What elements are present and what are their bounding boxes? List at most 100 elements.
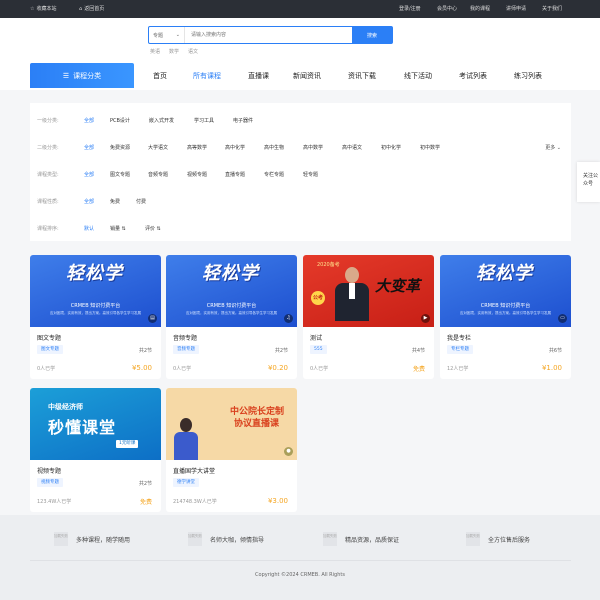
follow-wechat-float[interactable]: 关注公众号: [577, 162, 600, 202]
course-card[interactable]: 轻松学 CRMEB 知识付费平台 应对困境，实用有效，提出方案。高效引导各学生学…: [440, 255, 571, 379]
hot-keyword[interactable]: 数学: [169, 48, 179, 55]
filter-row-sort: 课程排序: 默认 销量 ⇅ 评价 ⇅: [37, 225, 161, 232]
filter-option[interactable]: 免费: [110, 198, 120, 205]
course-price: ¥1.00: [541, 364, 562, 372]
filter-option[interactable]: PCB设计: [110, 117, 130, 124]
filter-option[interactable]: 图文专题: [110, 171, 130, 178]
course-card[interactable]: 2020备考 公考 大变革 ▶ 测试 555 共4节 0人已学 免费: [303, 255, 434, 379]
sort-icon: ⇅: [121, 226, 126, 232]
course-price: ¥0.20: [267, 364, 288, 372]
illustration-figure: [174, 418, 198, 460]
member-center-link[interactable]: 会员中心: [437, 5, 457, 12]
filter-more-button[interactable]: 更多 ⌄: [545, 144, 561, 151]
course-sections: 共6节: [548, 348, 562, 354]
filter-option[interactable]: 学习工具: [194, 117, 214, 124]
course-students: 0人已学: [310, 366, 329, 372]
about-us-link[interactable]: 关于我们: [542, 5, 562, 12]
chevron-down-icon: ⌄: [556, 145, 561, 151]
bookmark-link[interactable]: ☆ 收藏本站: [30, 5, 57, 13]
course-cover: 轻松学 CRMEB 知识付费平台 应对困境，实用有效，提出方案。高效引导各学生学…: [30, 255, 161, 327]
filter-option[interactable]: 电子器件: [233, 117, 253, 124]
nav-home[interactable]: 首页: [153, 71, 167, 81]
course-price: ¥3.00: [267, 497, 288, 505]
return-home-link[interactable]: ⌂ 返回首页: [79, 5, 104, 13]
filter-option[interactable]: 高等数学: [187, 144, 207, 151]
nav-downloads[interactable]: 资讯下载: [348, 71, 376, 81]
course-card[interactable]: 中公院长定制 协议直播课 ● 直播国学大讲堂 德学讲堂 214748.3W人已学…: [166, 388, 297, 512]
filter-option[interactable]: 高中化学: [225, 144, 245, 151]
filter-option[interactable]: 付费: [136, 198, 146, 205]
filter-row-level1: 一级分类: 全部 PCB设计 嵌入式开发 学习工具 电子器件: [37, 117, 254, 124]
nav-all-courses[interactable]: 所有课程: [193, 71, 221, 81]
broken-image-icon: 加载失败: [54, 532, 68, 546]
sort-icon: ⇅: [156, 226, 161, 232]
search-bar: 专题 ⌄ 搜索: [148, 26, 393, 44]
course-title: 视频专题: [37, 468, 62, 475]
course-students: 0人已学: [173, 366, 192, 372]
course-tag: 音频专题: [173, 345, 199, 354]
sort-rating[interactable]: 评价 ⇅: [145, 225, 161, 232]
course-cover: 2020备考 公考 大变革 ▶: [303, 255, 434, 327]
course-cover: 中公院长定制 协议直播课 ●: [166, 388, 297, 460]
filter-option[interactable]: 大学语文: [148, 144, 168, 151]
play-icon: ▶: [421, 314, 430, 323]
course-tag: 德学讲堂: [173, 478, 199, 487]
filter-option[interactable]: 全部: [84, 144, 94, 151]
star-icon: ☆: [30, 5, 35, 12]
filter-option[interactable]: 视频专题: [187, 171, 207, 178]
course-title: 直播国学大讲堂: [173, 468, 216, 475]
filter-option[interactable]: 音频专题: [148, 171, 168, 178]
search-button[interactable]: 搜索: [352, 27, 392, 43]
nav-news[interactable]: 新闻资讯: [293, 71, 321, 81]
lecturer-apply-link[interactable]: 讲师申请: [506, 5, 526, 12]
course-tag: 图文专题: [37, 345, 63, 354]
course-card[interactable]: 中级经济师 秒懂课堂 1元听课 视频专题 视频专题 共2节 123.4W人已学 …: [30, 388, 161, 512]
filter-row-nature: 课程性质: 全部 免费 付费: [37, 198, 147, 205]
hot-keywords: 英语 数学 语文: [150, 48, 198, 55]
filter-option[interactable]: 专栏专题: [264, 171, 284, 178]
filter-option[interactable]: 轻专题: [303, 171, 318, 178]
sort-default[interactable]: 默认: [84, 225, 94, 232]
footer-feature: 加载失败 多种课程，随学随用: [54, 532, 130, 546]
course-title: 音频专题: [173, 335, 198, 342]
sort-sales[interactable]: 销量 ⇅: [110, 225, 126, 232]
nav-practice[interactable]: 练习列表: [514, 71, 542, 81]
course-tag: 专栏专题: [447, 345, 473, 354]
footer-feature: 加载失败 全方位售后服务: [466, 532, 530, 546]
hot-keyword[interactable]: 语文: [188, 48, 198, 55]
course-cover: 轻松学 CRMEB 知识付费平台 应对困境，实用有效，提出方案。高效引导各学生学…: [166, 255, 297, 327]
filter-option[interactable]: 初中数学: [420, 144, 440, 151]
search-input[interactable]: [185, 27, 352, 43]
broken-image-icon: 加载失败: [188, 532, 202, 546]
login-register-link[interactable]: 登录/注册: [399, 5, 421, 12]
nav-exams[interactable]: 考试列表: [459, 71, 487, 81]
chevron-down-icon: ⌄: [175, 32, 180, 38]
divider: [30, 560, 571, 561]
nav-live[interactable]: 直播课: [248, 71, 269, 81]
my-courses-link[interactable]: 我的课程: [470, 5, 490, 12]
course-sections: 共2节: [274, 348, 288, 354]
filter-option[interactable]: 免费资源: [110, 144, 130, 151]
search-category-select[interactable]: 专题 ⌄: [149, 27, 185, 43]
filter-option[interactable]: 嵌入式开发: [149, 117, 174, 124]
copyright: Copyright ©2024 CRMEB. All Rights: [255, 572, 345, 578]
course-card[interactable]: 轻松学 CRMEB 知识付费平台 应对困境，实用有效，提出方案。高效引导各学生学…: [30, 255, 161, 379]
filter-option[interactable]: 直播专题: [225, 171, 245, 178]
footer: 加载失败 多种课程，随学随用 加载失败 名师大咖，倾情指导 加载失败 精品资源，…: [0, 515, 600, 600]
hot-keyword[interactable]: 英语: [150, 48, 160, 55]
course-sections: 共4节: [411, 348, 425, 354]
course-students: 214748.3W人已学: [173, 499, 217, 505]
filter-option[interactable]: 高中数学: [303, 144, 323, 151]
course-students: 123.4W人已学: [37, 499, 72, 505]
filter-option[interactable]: 高中语文: [342, 144, 362, 151]
course-title: 图文专题: [37, 335, 62, 342]
filter-option[interactable]: 全部: [84, 171, 94, 178]
course-card[interactable]: 轻松学 CRMEB 知识付费平台 应对困境，实用有效，提出方案。高效引导各学生学…: [166, 255, 297, 379]
nav-offline-events[interactable]: 线下活动: [404, 71, 432, 81]
filter-option[interactable]: 初中化学: [381, 144, 401, 151]
filter-option[interactable]: 全部: [84, 198, 94, 205]
filter-option[interactable]: 全部: [84, 117, 94, 124]
course-category-button[interactable]: ☰ 课程分类: [30, 63, 134, 88]
footer-feature: 加载失败 精品资源，品质保证: [323, 532, 399, 546]
filter-option[interactable]: 高中生物: [264, 144, 284, 151]
